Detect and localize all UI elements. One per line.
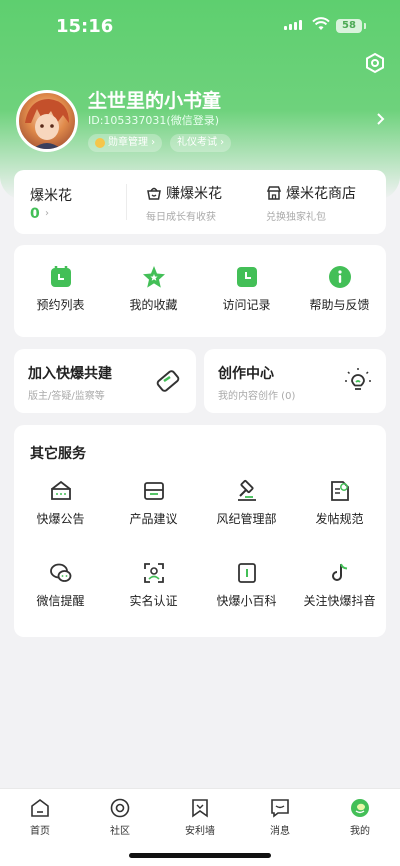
announcement-label: 快爆公告 — [36, 512, 85, 526]
encyclopedia-label: 快爆小百科 — [216, 594, 277, 608]
nickname: 尘世里的小书童 — [88, 90, 222, 112]
wifi-icon — [312, 17, 330, 30]
wechat-reminder-label: 微信提醒 — [36, 594, 85, 608]
other-services-card: 其它服务 快爆公告 产品建议 风纪管理部 发帖规范 微信提醒 实名认证 快爆小百… — [14, 425, 386, 637]
visit-history-button[interactable]: 访问记录 — [200, 265, 293, 313]
battery-icon: 58 — [336, 19, 366, 33]
tab-messages-label: 消息 — [270, 826, 290, 837]
popcorn-card: 爆米花 0 › 赚爆米花 每日成长有收获 爆米花商店 兑换独家礼包 — [14, 170, 386, 234]
creation-center-title: 创作中心 — [218, 366, 274, 382]
bookmark-icon — [192, 799, 208, 818]
info-icon — [328, 266, 351, 288]
creation-center-subtitle: 我的内容创作 (0) — [218, 391, 296, 402]
popcorn-count[interactable]: 0 — [30, 206, 40, 222]
encyclopedia-button[interactable]: 快爆小百科 — [200, 561, 293, 609]
medal-icon — [95, 138, 105, 148]
avatar-image — [25, 99, 69, 149]
community-icon — [110, 798, 130, 818]
join-cobuild-subtitle: 版主/答疑/监察等 — [28, 391, 105, 402]
basket-icon — [147, 187, 161, 200]
posting-rules-label: 发帖规范 — [315, 512, 364, 526]
signal-icon — [284, 20, 302, 30]
message-icon — [271, 799, 289, 818]
tab-me-label: 我的 — [350, 826, 370, 837]
status-time: 15:16 — [56, 16, 114, 37]
popcorn-count-arrow: › — [45, 208, 49, 219]
lightbulb-icon — [345, 368, 371, 390]
visit-history-label: 访问记录 — [222, 298, 271, 312]
medal-management-label: 勋章管理 › — [108, 137, 156, 148]
follow-douyin-button[interactable]: 关注快爆抖音 — [293, 561, 386, 609]
user-id: ID:105337031(微信登录) — [88, 114, 219, 127]
popcorn-shop-label: 爆米花商店 — [286, 186, 356, 202]
tab-home-label: 首页 — [30, 826, 50, 837]
join-cobuild-title: 加入快爆共建 — [28, 366, 112, 382]
verify-icon — [143, 563, 164, 583]
calendar-icon — [50, 266, 71, 287]
medal-management-button[interactable]: 勋章管理 › — [88, 134, 163, 152]
announcement-button[interactable]: 快爆公告 — [14, 479, 107, 527]
star-icon — [142, 266, 165, 288]
book-icon — [237, 563, 256, 583]
announcement-icon — [50, 480, 71, 500]
earn-popcorn-label: 赚爆米花 — [166, 186, 222, 202]
clock-icon — [236, 267, 257, 287]
shop-icon — [266, 186, 282, 200]
posting-rules-button[interactable]: 发帖规范 — [293, 479, 386, 527]
home-indicator — [129, 853, 271, 858]
home-icon — [31, 799, 49, 817]
tab-home[interactable]: 首页 — [0, 789, 80, 866]
rules-icon — [330, 481, 349, 501]
help-feedback-button[interactable]: 帮助与反馈 — [293, 265, 386, 313]
popcorn-shop-subtitle: 兑换独家礼包 — [266, 212, 326, 223]
favorites-button[interactable]: 我的收藏 — [107, 265, 200, 313]
suggestion-icon — [143, 482, 164, 500]
favorites-label: 我的收藏 — [129, 298, 178, 312]
join-cobuild-card[interactable]: 加入快爆共建 版主/答疑/监察等 — [14, 349, 196, 413]
etiquette-exam-label: 礼仪考试 › — [177, 137, 225, 148]
product-suggestion-label: 产品建议 — [129, 512, 178, 526]
avatar[interactable] — [16, 90, 78, 152]
quick-actions-card: 预约列表 我的收藏 访问记录 帮助与反馈 — [14, 245, 386, 337]
divider — [126, 184, 127, 220]
real-name-verification-button[interactable]: 实名认证 — [107, 561, 200, 609]
reservation-list-button[interactable]: 预约列表 — [14, 265, 107, 313]
tab-me[interactable]: 我的 — [320, 789, 400, 866]
popcorn-title: 爆米花 — [30, 188, 72, 204]
status-bar: 15:16 58 — [0, 0, 400, 52]
profile-chevron-right-icon[interactable] — [376, 112, 386, 126]
gavel-icon — [237, 480, 256, 501]
tab-community-label: 社区 — [110, 826, 130, 837]
reservation-list-label: 预约列表 — [36, 298, 85, 312]
me-icon — [351, 799, 369, 817]
tiktok-icon — [331, 563, 347, 581]
real-name-verification-label: 实名认证 — [129, 594, 178, 608]
product-suggestion-button[interactable]: 产品建议 — [107, 479, 200, 527]
earn-popcorn-button[interactable]: 赚爆米花 每日成长有收获 — [146, 183, 222, 223]
tab-recommend-wall-label: 安利墙 — [185, 826, 215, 837]
wechat-reminder-button[interactable]: 微信提醒 — [14, 561, 107, 609]
earn-popcorn-subtitle: 每日成长有收获 — [146, 212, 216, 223]
follow-douyin-label: 关注快爆抖音 — [303, 594, 376, 608]
handshake-icon — [156, 370, 180, 392]
discipline-department-button[interactable]: 风纪管理部 — [200, 479, 293, 527]
etiquette-exam-button[interactable]: 礼仪考试 › — [170, 134, 232, 152]
other-services-title: 其它服务 — [30, 446, 86, 462]
creation-center-card[interactable]: 创作中心 我的内容创作 (0) — [204, 349, 386, 413]
help-feedback-label: 帮助与反馈 — [309, 298, 370, 312]
popcorn-shop-button[interactable]: 爆米花商店 兑换独家礼包 — [266, 183, 356, 223]
settings-icon[interactable] — [364, 52, 386, 74]
wechat-icon — [49, 563, 71, 582]
discipline-department-label: 风纪管理部 — [216, 512, 277, 526]
